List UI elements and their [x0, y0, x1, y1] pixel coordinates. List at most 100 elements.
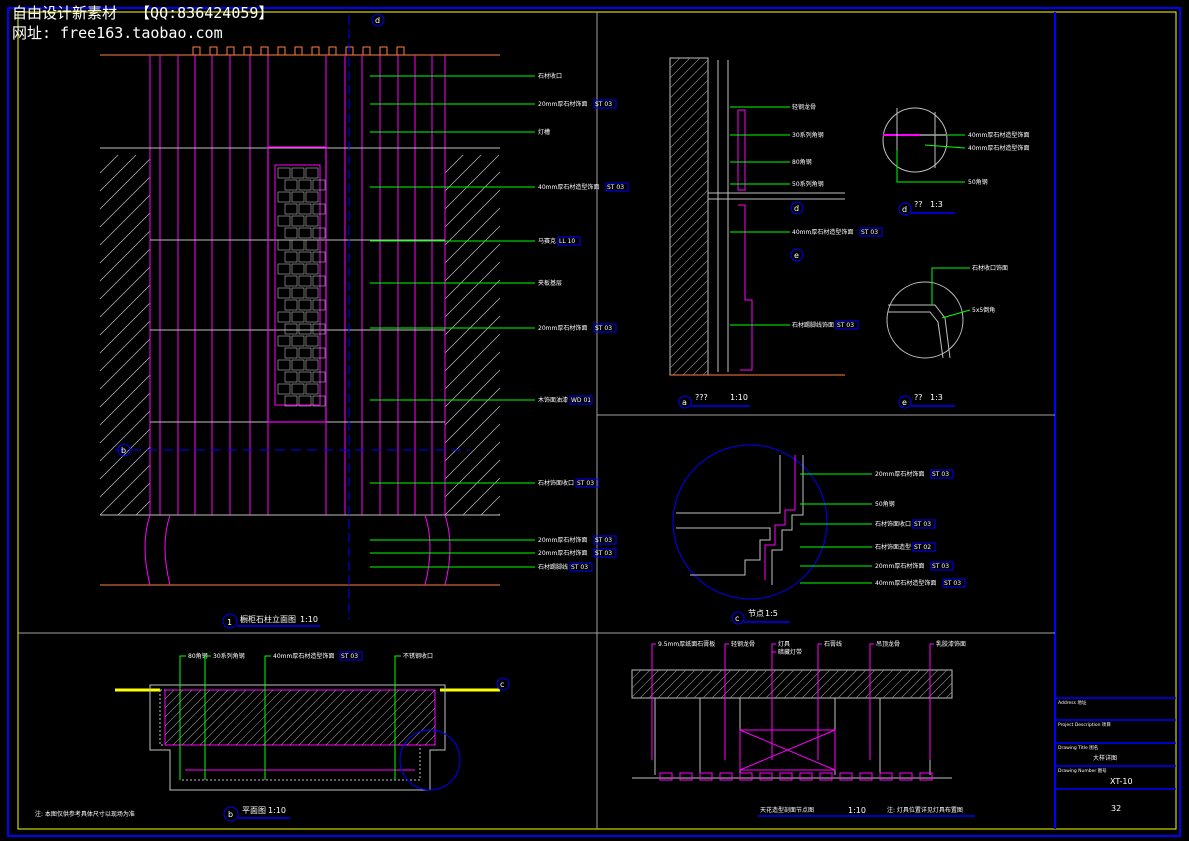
- material-code: ST 03: [577, 480, 594, 487]
- callout-label: 夹板基层: [538, 279, 562, 287]
- callout-label: 不锈钢收口: [403, 652, 433, 660]
- leader-line: [869, 643, 874, 760]
- caption-number: a: [682, 398, 687, 407]
- callout-label: 40mm厚石材造型饰面: [538, 183, 599, 191]
- cabinet-elevation: d b 石材收口 20mm厚石材饰面 ST 03 灯槽 40mm厚石材造型饰面 ST 03…: [99, 13, 629, 629]
- leader-line: [264, 655, 271, 780]
- leader-line: [817, 643, 822, 760]
- leader-line: [771, 643, 776, 760]
- material-code: ST 03: [861, 229, 878, 236]
- material-code: ST 03: [595, 537, 612, 544]
- caption-scale: 1:3: [930, 200, 943, 209]
- caption-scale: 1:10: [848, 806, 866, 815]
- label: 40mm厚石材造型饰面: [968, 144, 1029, 152]
- project-label: Project Description 项目: [1058, 722, 1111, 728]
- ceiling-section: 9.5mm厚纸面石膏板 轻钢龙骨 灯具暗藏灯带 石膏线 吊顶龙骨 乳胶漆饰面 天花造型剖面…: [631, 640, 975, 817]
- callout-label: 50系列角钢: [792, 180, 824, 188]
- marker-c: c: [500, 680, 504, 689]
- callout-label: 石材踢脚线: [538, 563, 568, 571]
- caption-title: 平面图: [242, 806, 266, 815]
- callout-label: 灯槽: [538, 128, 550, 136]
- callout-label: 20mm厚石材饰面: [875, 470, 924, 478]
- callout-label: 木饰面油漆: [538, 396, 568, 404]
- callout-label: 石材饰面造型: [875, 543, 911, 551]
- material-code: WD 01: [571, 397, 591, 404]
- material-code: ST 03: [341, 653, 358, 660]
- label: 40mm厚石材造型饰面: [968, 131, 1029, 139]
- material-code: ST 03: [571, 564, 588, 571]
- material-code: ST 03: [595, 550, 612, 557]
- leader-line: [204, 655, 211, 780]
- detail-c: 20mm厚石材饰面 ST 0350角钢石材饰面收口 ST 03石材饰面造型 ST 02…: [672, 444, 966, 625]
- caption-title: 橱柜石柱立面图: [240, 614, 296, 624]
- callout-label: 灯具: [778, 640, 790, 648]
- callout-label: 40mm厚石材造型饰面: [792, 228, 853, 236]
- note: 注: 本图仅供参考具体尺寸以现场为准: [35, 810, 135, 818]
- callout-label: 30系列角钢: [213, 652, 245, 660]
- caption-number: b: [228, 810, 233, 819]
- detail-d: 40mm厚石材造型饰面 40mm厚石材造型饰面 50角钢 d ?? 1:3: [882, 107, 1029, 216]
- leader-line: [179, 655, 186, 780]
- callout-label: 30系列角钢: [792, 131, 824, 139]
- section-marker-b: b: [121, 446, 126, 455]
- material-code: ST 03: [914, 521, 931, 528]
- section-marker-d: d: [375, 16, 380, 25]
- material-code: LL 10: [559, 238, 575, 245]
- watermark-line2: 网址: free163.taobao.com: [12, 24, 223, 42]
- callout-label: 石材饰面收口: [538, 479, 574, 487]
- caption-scale: 1:10: [730, 393, 748, 402]
- callout-label: 40mm厚石材造型饰面: [273, 652, 334, 660]
- note: 注: 灯具位置详见灯具布置图: [887, 806, 963, 814]
- caption-scale: 1:3: [930, 393, 943, 402]
- callout-label: 50角钢: [875, 500, 895, 508]
- material-code: ST 03: [944, 580, 961, 587]
- marker-e: e: [794, 251, 799, 260]
- label: 5x5倒角: [972, 306, 995, 314]
- callout-label: 石材踢脚线饰面: [792, 321, 834, 329]
- callout-label: 9.5mm厚纸面石膏板: [658, 640, 715, 648]
- caption-title: 天花造型剖面节点图: [760, 806, 814, 814]
- callout-label: 暗藏灯带: [778, 648, 802, 656]
- section-a: 轻钢龙骨30系列角钢80角钢50系列角钢40mm厚石材造型饰面 ST 03石材踢脚…: [669, 57, 883, 409]
- caption-title: ??: [914, 200, 923, 209]
- callout-label: 40mm厚石材造型饰面: [875, 579, 936, 587]
- caption-scale: 1:5: [765, 609, 778, 618]
- drawing-title: 大样详图: [1093, 754, 1117, 762]
- page-number: 32: [1111, 804, 1121, 813]
- callout-label: 轻钢龙骨: [792, 103, 816, 111]
- caption-number: c: [735, 614, 739, 623]
- material-code: ST 03: [932, 563, 949, 570]
- watermark-line1: 自由设计新素材 【QQ:836424059】: [12, 4, 274, 22]
- callout-label: 20mm厚石材饰面: [538, 549, 587, 557]
- callout-label: 石材饰面收口: [875, 520, 911, 528]
- marker-d: d: [794, 204, 799, 213]
- callout-label: 吊顶龙骨: [876, 640, 900, 648]
- drawing-number: XT-10: [1110, 777, 1133, 786]
- label: 50角钢: [968, 178, 988, 186]
- address-label: Address 地址: [1058, 699, 1087, 706]
- callout-label: 20mm厚石材饰面: [875, 562, 924, 570]
- caption-number: d: [902, 205, 907, 214]
- caption-number: 1: [227, 618, 232, 627]
- callout-label: 20mm厚石材饰面: [538, 324, 587, 332]
- cad-drawing-canvas: d b 石材收口 20mm厚石材饰面 ST 03 灯槽 40mm厚石材造型饰面 ST 03…: [7, 7, 1181, 837]
- callout-label: 石材收口: [538, 72, 562, 80]
- caption-title: ??: [914, 393, 923, 402]
- callout-label: 20mm厚石材饰面: [538, 100, 587, 108]
- detail-e: 石材收口饰面 5x5倒角 e ?? 1:3: [886, 264, 1008, 409]
- caption-scale: 1:10: [268, 806, 286, 815]
- caption-title: 节点: [748, 609, 764, 618]
- callout-label: 马赛克: [538, 237, 556, 245]
- callout-label: 20mm厚石材饰面: [538, 536, 587, 544]
- caption-title: ???: [695, 393, 708, 402]
- callout-label: 轻钢龙骨: [731, 640, 755, 648]
- material-code: ST 03: [837, 322, 854, 329]
- label: 石材收口饰面: [972, 264, 1008, 272]
- leader-line: [929, 643, 934, 760]
- caption-number: e: [902, 398, 907, 407]
- material-code: ST 03: [595, 325, 612, 332]
- caption-scale: 1:10: [300, 615, 318, 624]
- drawing-number-label: Drawing Number 图号: [1058, 768, 1107, 774]
- title-block: [1055, 697, 1176, 790]
- plan-b: c 80角钢 30系列角钢 40mm厚石材造型饰面 ST 03 不锈钢收口 注: 本图仅…: [35, 651, 510, 822]
